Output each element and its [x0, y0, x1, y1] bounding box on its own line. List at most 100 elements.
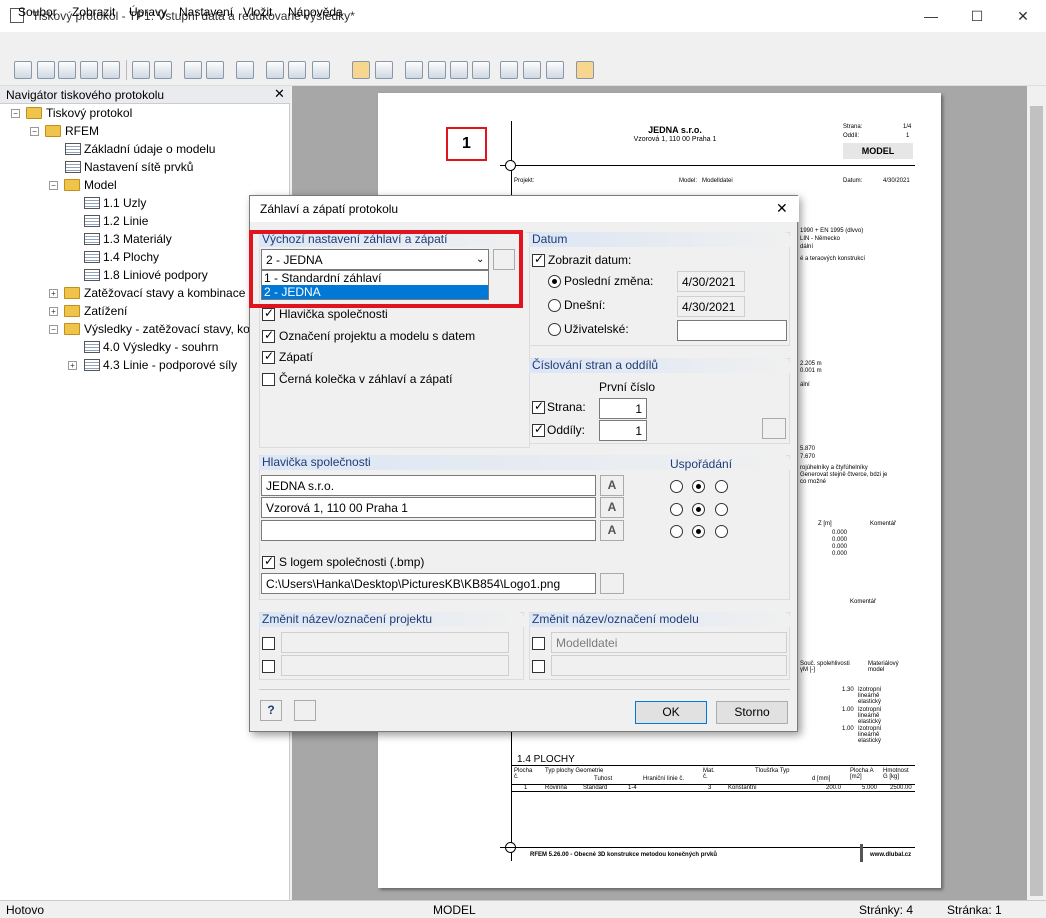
collapse-icon[interactable]: −: [11, 109, 20, 118]
menu-vlozit[interactable]: Vložit: [243, 5, 272, 19]
close-panel-icon[interactable]: ✕: [274, 86, 285, 102]
align-right-radio[interactable]: [715, 503, 728, 516]
zoom-in-icon[interactable]: [266, 61, 284, 79]
refresh-icon[interactable]: [102, 61, 120, 79]
user-date-field[interactable]: [677, 320, 787, 341]
expand-icon[interactable]: +: [68, 361, 77, 370]
tree-item[interactable]: Základní údaje o modelu: [84, 142, 215, 156]
copy-settings-icon[interactable]: [294, 700, 316, 721]
scroll-thumb[interactable]: [1030, 106, 1043, 896]
project-label-checkbox[interactable]: [262, 328, 275, 343]
today-radio[interactable]: [548, 299, 561, 312]
company-header-checkbox[interactable]: [262, 306, 275, 321]
font-a-icon[interactable]: A: [600, 475, 624, 496]
tool3-icon[interactable]: [546, 61, 564, 79]
show-date-checkbox[interactable]: [532, 252, 545, 267]
page-icon[interactable]: [236, 61, 254, 79]
align-left-radio[interactable]: [670, 480, 683, 493]
maximize-icon[interactable]: ☐: [954, 0, 1000, 32]
pointer-icon[interactable]: [375, 61, 393, 79]
expand-icon[interactable]: +: [49, 307, 58, 316]
prev-icon[interactable]: [132, 61, 150, 79]
cancel-button[interactable]: Storno: [716, 701, 788, 724]
collapse-icon[interactable]: −: [30, 127, 39, 136]
font-a-icon[interactable]: A: [600, 497, 624, 518]
model-desc-field[interactable]: [551, 655, 787, 676]
settings-icon[interactable]: [312, 61, 330, 79]
black-circles-checkbox[interactable]: [262, 373, 275, 386]
company-line2-field[interactable]: Vzorová 1, 110 00 Praha 1: [261, 497, 596, 518]
doc2-icon[interactable]: [428, 61, 446, 79]
tree-item[interactable]: 4.0 Výsledky - souhrn: [103, 340, 218, 354]
last-change-field[interactable]: 4/30/2021: [677, 271, 745, 292]
expand-icon[interactable]: +: [49, 289, 58, 298]
doc3-icon[interactable]: [450, 61, 468, 79]
logo-path-field[interactable]: C:\Users\Hanka\Desktop\PicturesKB\KB854\…: [261, 573, 596, 594]
align-left-radio[interactable]: [670, 525, 683, 538]
logo-checkbox[interactable]: [262, 554, 275, 569]
page-number-checkbox[interactable]: [532, 399, 545, 414]
select-icon[interactable]: [352, 61, 370, 79]
project-desc-field[interactable]: [281, 655, 509, 676]
tree-item[interactable]: 1.3 Materiály: [103, 232, 172, 246]
align-left-radio[interactable]: [670, 503, 683, 516]
align-right-radio[interactable]: [715, 525, 728, 538]
menu-napoveda[interactable]: Nápověda: [288, 5, 343, 19]
menu-zobrazit[interactable]: Zobrazit: [72, 5, 115, 19]
today-field[interactable]: 4/30/2021: [677, 296, 745, 317]
section-number-checkbox[interactable]: [532, 422, 545, 437]
dialog-close-icon[interactable]: ✕: [776, 200, 788, 217]
font-a-icon[interactable]: A: [600, 520, 624, 541]
align-center-radio[interactable]: [692, 503, 705, 516]
doc4-icon[interactable]: [472, 61, 490, 79]
doc1-icon[interactable]: [405, 61, 423, 79]
tree-item[interactable]: Zatěžovací stavy a kombinace: [84, 286, 245, 300]
project-desc-checkbox[interactable]: [262, 660, 275, 673]
zoom-out-icon[interactable]: [288, 61, 306, 79]
help-icon[interactable]: ?: [260, 700, 282, 721]
tree-item[interactable]: 1.4 Plochy: [103, 250, 159, 264]
align-center-radio[interactable]: [692, 480, 705, 493]
tree-item[interactable]: Výsledky - zatěžovací stavy, kom: [84, 322, 260, 336]
collapse-icon[interactable]: −: [49, 181, 58, 190]
align-center-radio[interactable]: [692, 525, 705, 538]
tree-item[interactable]: 4.3 Linie - podporové síly: [103, 358, 237, 372]
print-icon[interactable]: [80, 61, 98, 79]
tree-item[interactable]: 1.1 Uzly: [103, 196, 146, 210]
close-icon[interactable]: ✕: [1000, 0, 1046, 32]
menu-soubor[interactable]: Soubor: [18, 5, 57, 19]
tree-item[interactable]: Zatížení: [84, 304, 127, 318]
sync-icon[interactable]: [576, 61, 594, 79]
menu-nastaveni[interactable]: Nastavení: [179, 5, 233, 19]
tree-item[interactable]: 1.2 Linie: [103, 214, 148, 228]
model-desc-checkbox[interactable]: [532, 660, 545, 673]
model-name-checkbox[interactable]: [532, 637, 545, 650]
section-number-field[interactable]: 1: [599, 420, 647, 441]
save-icon[interactable]: [58, 61, 76, 79]
tree-item[interactable]: RFEM: [65, 124, 99, 138]
tree-item[interactable]: 1.8 Liniové podpory: [103, 268, 208, 282]
tree-item[interactable]: Model: [84, 178, 117, 192]
model-name-field[interactable]: Modelldatei: [551, 632, 787, 653]
last-icon[interactable]: [206, 61, 224, 79]
last-change-radio[interactable]: [548, 275, 561, 288]
align-right-radio[interactable]: [715, 480, 728, 493]
page-number-field[interactable]: 1: [599, 398, 647, 419]
company-line3-field[interactable]: [261, 520, 596, 541]
tool1-icon[interactable]: [500, 61, 518, 79]
preview-icon[interactable]: [762, 418, 786, 439]
company-line1-field[interactable]: JEDNA s.r.o.: [261, 475, 596, 496]
tool2-icon[interactable]: [523, 61, 541, 79]
tree-item[interactable]: Nastavení sítě prvků: [84, 160, 193, 174]
new-icon[interactable]: [14, 61, 32, 79]
project-name-checkbox[interactable]: [262, 637, 275, 650]
next-icon[interactable]: [154, 61, 172, 79]
open-icon[interactable]: [37, 61, 55, 79]
ok-button[interactable]: OK: [635, 701, 707, 724]
footer-checkbox[interactable]: [262, 349, 275, 364]
browse-icon[interactable]: [600, 573, 624, 594]
project-name-field[interactable]: [281, 632, 509, 653]
tree-item[interactable]: Tiskový protokol: [46, 106, 132, 120]
menu-upravy[interactable]: Úpravy: [129, 5, 167, 19]
user-date-radio[interactable]: [548, 323, 561, 336]
